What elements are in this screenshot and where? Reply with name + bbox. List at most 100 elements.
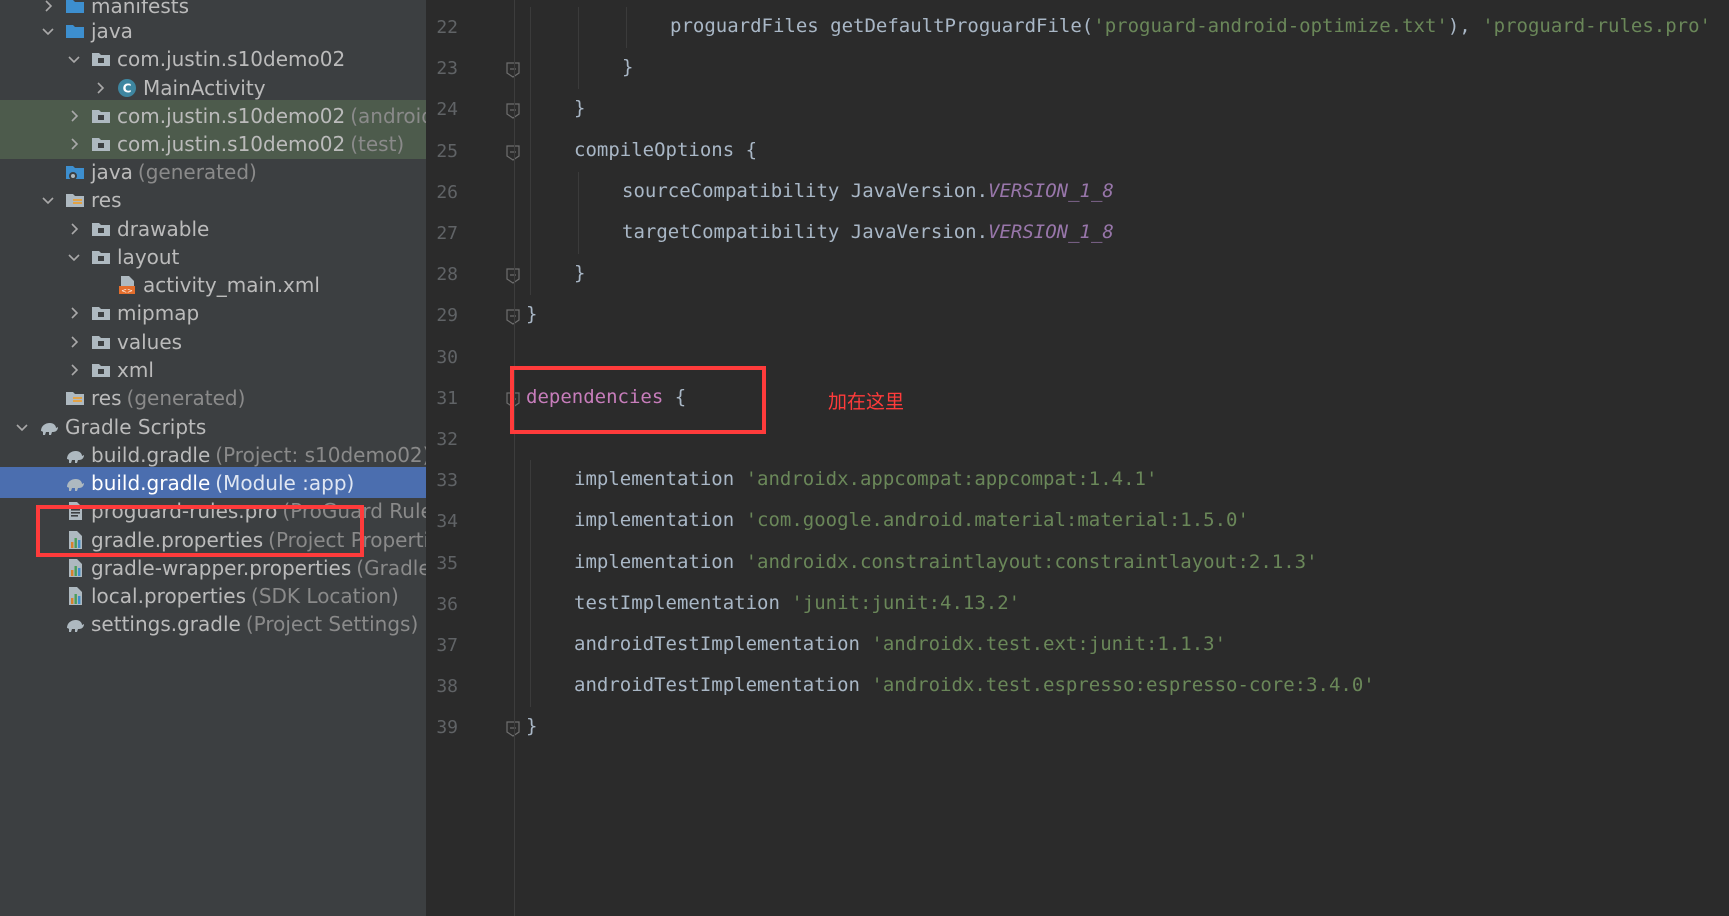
code-line[interactable]: androidTestImplementation 'androidx.test… bbox=[574, 633, 1226, 661]
code-token: 'junit:junit:4.13.2' bbox=[791, 591, 1021, 614]
fold-marker-icon[interactable] bbox=[506, 62, 520, 78]
code-token: 'androidx.appcompat:appcompat:1.4.1' bbox=[745, 468, 1158, 491]
code-line[interactable]: sourceCompatibility JavaVersion.VERSION_… bbox=[622, 180, 1114, 208]
code-token: sourceCompatibility JavaVersion. bbox=[622, 179, 989, 202]
code-line[interactable]: implementation 'com.google.android.mater… bbox=[574, 509, 1249, 537]
folder-res-icon bbox=[64, 189, 86, 211]
code-token: implementation bbox=[574, 509, 746, 532]
code-line[interactable]: implementation 'androidx.constraintlayou… bbox=[574, 551, 1318, 579]
indent-guide bbox=[530, 48, 531, 90]
code-line[interactable]: compileOptions { bbox=[574, 139, 757, 167]
fold-marker-icon[interactable] bbox=[506, 268, 520, 284]
code-token: 'androidx.test.ext:junit:1.1.3' bbox=[871, 633, 1227, 655]
annotation-box-build-gradle bbox=[36, 505, 364, 557]
line-number: 30 bbox=[436, 346, 458, 368]
code-line[interactable]: } bbox=[574, 97, 585, 125]
tree-item-build-gradle[interactable]: build.gradle (Module :app) bbox=[0, 467, 426, 498]
line-number: 37 bbox=[436, 635, 458, 656]
fold-marker-icon[interactable] bbox=[506, 309, 520, 326]
fold-marker-icon[interactable] bbox=[506, 144, 520, 161]
code-line[interactable]: implementation 'androidx.appcompat:appco… bbox=[574, 468, 1157, 496]
chevron-right-icon[interactable] bbox=[64, 100, 84, 131]
project-tree-panel[interactable]: manifests java com.justin.s10demo02 C MainAc… bbox=[0, 0, 426, 916]
tree-item-layout[interactable]: layout bbox=[0, 241, 426, 272]
gutter-divider bbox=[514, 0, 515, 916]
indent-guide bbox=[530, 254, 531, 296]
tree-item-build-gradle[interactable]: build.gradle (Project: s10demo02) bbox=[0, 439, 426, 470]
indent-guide bbox=[530, 460, 531, 502]
code-line[interactable]: targetCompatibility JavaVersion.VERSION_… bbox=[622, 221, 1114, 249]
chevron-down-icon[interactable] bbox=[38, 15, 58, 46]
code-token: 'proguard-rules.pro' bbox=[1482, 15, 1711, 37]
indent-guide bbox=[530, 542, 531, 584]
chevron-right-icon[interactable] bbox=[64, 128, 84, 159]
indent-guide bbox=[530, 7, 531, 49]
code-token: } bbox=[622, 56, 634, 79]
tree-item-drawable[interactable]: drawable bbox=[0, 213, 426, 244]
svg-text:<>: <> bbox=[121, 287, 133, 295]
chevron-down-icon[interactable] bbox=[12, 411, 32, 442]
chevron-down-icon[interactable] bbox=[64, 43, 84, 74]
tree-item-com-justin-s10demo02[interactable]: com.justin.s10demo02 bbox=[0, 43, 426, 74]
indent-guide bbox=[530, 625, 531, 667]
code-line[interactable]: } bbox=[574, 262, 585, 290]
tree-item-values[interactable]: values bbox=[0, 326, 426, 357]
code-line[interactable]: proguardFiles getDefaultProguardFile('pr… bbox=[670, 15, 1711, 43]
code-line[interactable]: androidTestImplementation 'androidx.test… bbox=[574, 674, 1375, 702]
indent-guide bbox=[530, 583, 531, 625]
tree-item-res[interactable]: res (generated) bbox=[0, 382, 426, 413]
code-token: VERSION_1_8 bbox=[988, 179, 1114, 202]
code-line[interactable]: } bbox=[526, 303, 537, 331]
svg-text:C: C bbox=[123, 81, 132, 95]
chevron-right-icon[interactable] bbox=[64, 326, 84, 357]
gradle-icon bbox=[64, 444, 86, 466]
chevron-right-icon[interactable] bbox=[64, 354, 84, 385]
tree-item-local-properties[interactable]: local.properties (SDK Location) bbox=[0, 580, 426, 611]
folder-icon bbox=[90, 302, 112, 324]
code-line[interactable]: testImplementation 'junit:junit:4.13.2' bbox=[574, 592, 1020, 620]
code-token: 'androidx.constraintlayout:constraintlay… bbox=[745, 550, 1318, 573]
chevron-right-icon[interactable] bbox=[64, 297, 84, 328]
tree-item-gradle-scripts[interactable]: Gradle Scripts bbox=[0, 411, 426, 442]
tree-item-label: values bbox=[117, 329, 183, 354]
tree-item-hint: (generated) bbox=[137, 159, 257, 184]
editor-gutter: 22 23 24 25 26 27 28 29 30 31 32 33 34 35 36 37 38 39 bbox=[426, 0, 520, 916]
tree-item-mainactivity[interactable]: C MainActivity bbox=[0, 72, 426, 103]
line-number: 33 bbox=[436, 470, 458, 492]
chevron-right-icon[interactable] bbox=[64, 213, 84, 244]
indent-guide bbox=[578, 7, 579, 49]
code-editor[interactable]: 22 23 24 25 26 27 28 29 30 31 32 33 34 35 36 37 38 39 pro… bbox=[426, 0, 1729, 916]
tree-item-label: build.gradle bbox=[91, 470, 211, 495]
tree-item-java[interactable]: java (generated) bbox=[0, 156, 426, 187]
gradle-icon bbox=[64, 613, 86, 635]
tree-item-res[interactable]: res bbox=[0, 184, 426, 215]
line-number: 24 bbox=[436, 99, 458, 121]
xml-file-icon: <> bbox=[116, 274, 138, 296]
code-line[interactable]: } bbox=[622, 56, 633, 84]
tree-item-settings-gradle[interactable]: settings.gradle (Project Settings) bbox=[0, 608, 426, 639]
tree-item-xml[interactable]: xml bbox=[0, 354, 426, 385]
tree-item-mipmap[interactable]: mipmap bbox=[0, 297, 426, 328]
tree-item-label: res bbox=[91, 187, 122, 212]
tree-item-label: Gradle Scripts bbox=[65, 414, 207, 439]
chevron-down-icon[interactable] bbox=[38, 184, 58, 215]
tree-item-activity-main-xml[interactable]: <> activity_main.xml bbox=[0, 269, 426, 300]
chevron-down-icon[interactable] bbox=[64, 241, 84, 272]
package-icon bbox=[90, 48, 112, 70]
code-token: } bbox=[574, 97, 586, 120]
tree-item-hint: (Module :app) bbox=[215, 470, 355, 495]
code-token: androidTestImplementation bbox=[574, 633, 872, 655]
tree-item-com-justin-s10demo02[interactable]: com.justin.s10demo02 (test) bbox=[0, 128, 426, 159]
tree-item-com-justin-s10demo02[interactable]: com.justin.s10demo02(androidTest) bbox=[0, 100, 426, 131]
tree-item-hint: (test) bbox=[350, 131, 405, 156]
tree-item-java[interactable]: java bbox=[0, 15, 426, 46]
fold-marker-icon[interactable] bbox=[506, 721, 520, 738]
code-token: ), bbox=[1447, 15, 1483, 37]
chevron-right-icon[interactable] bbox=[90, 72, 110, 103]
fold-marker-icon[interactable] bbox=[506, 103, 520, 120]
code-line[interactable]: } bbox=[526, 715, 537, 743]
line-number: 26 bbox=[436, 181, 458, 203]
line-number: 32 bbox=[436, 429, 458, 450]
